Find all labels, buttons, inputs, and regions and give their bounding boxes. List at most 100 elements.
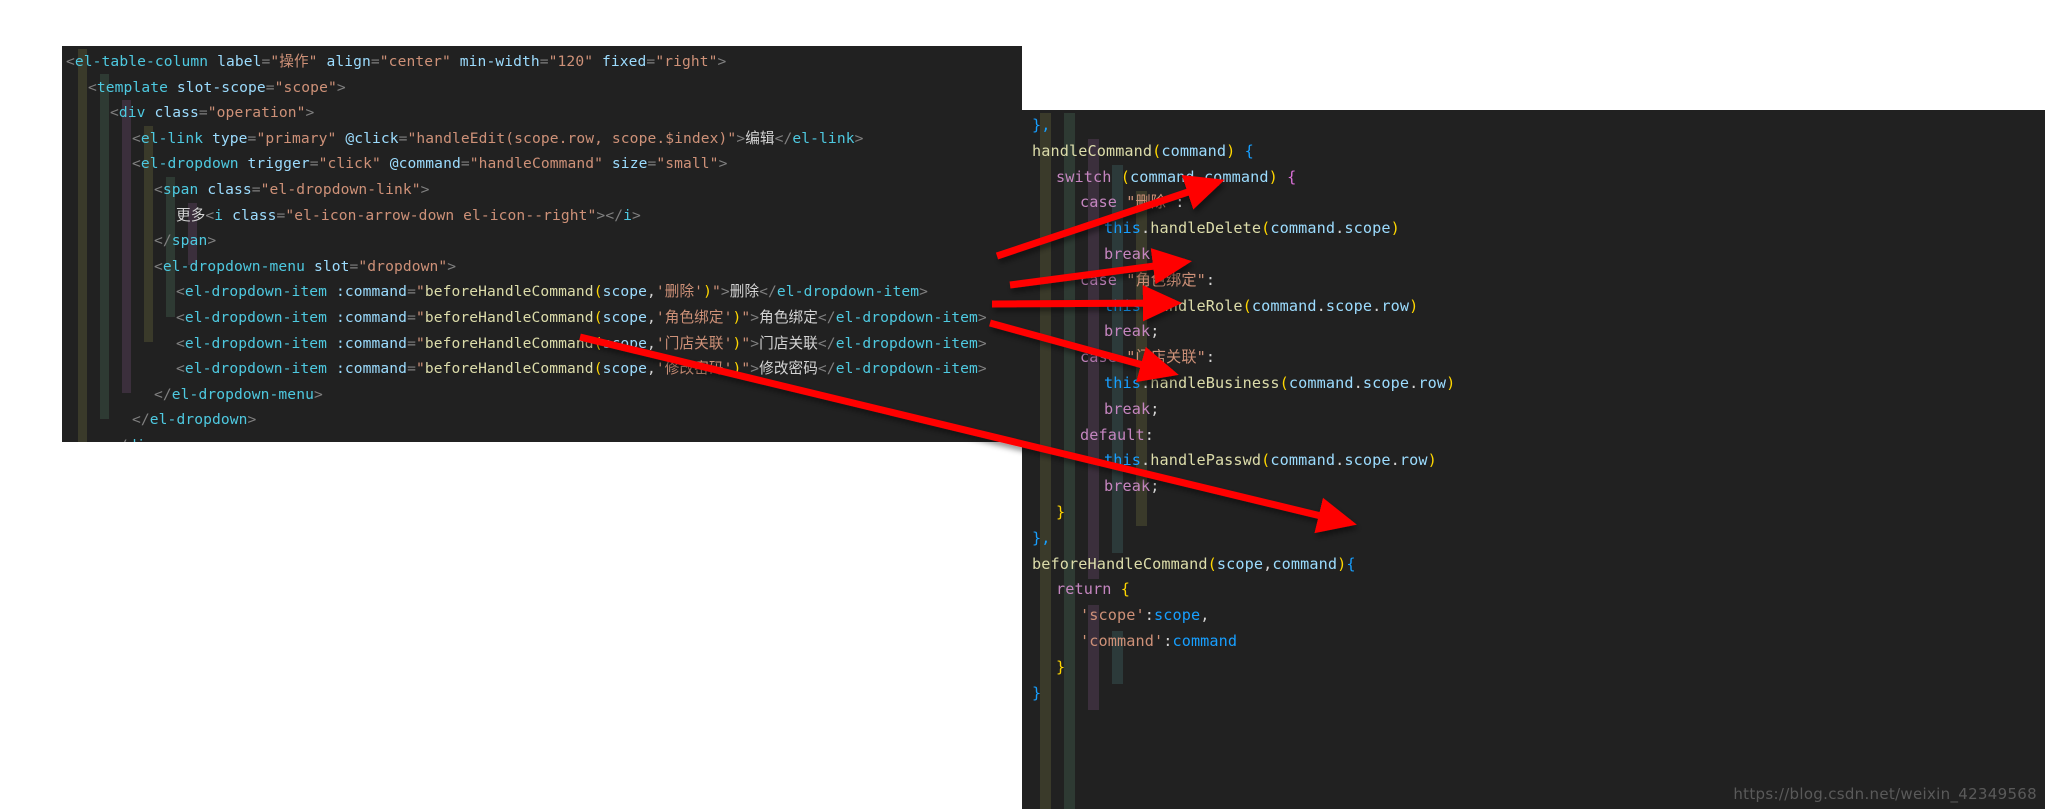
code-token: command (1172, 631, 1238, 650)
code-token: el-dropdown-menu (171, 385, 314, 403)
code-token: command (1161, 141, 1227, 160)
code-token: ) (1427, 451, 1437, 470)
code-token: "el-icon-arrow-down el-icon--right" (285, 206, 597, 224)
code-token: </ (774, 129, 793, 147)
code-token: : (1144, 606, 1154, 625)
code-line: 'scope':scope, (1022, 603, 2045, 629)
code-token: > (750, 334, 760, 352)
code-token: ; (1150, 399, 1160, 418)
code-token: > (420, 180, 430, 198)
code-token: 删除 (729, 283, 760, 301)
code-line: break; (1022, 319, 2045, 345)
code-token: fixed (601, 53, 647, 70)
code-token: el-table-column (74, 53, 209, 70)
code-token: . (1335, 219, 1345, 238)
code-token: el-dropdown-item (184, 283, 328, 301)
left-code-lines: <el-table-column label="操作" align="cente… (62, 49, 1023, 442)
code-token: = (398, 129, 408, 147)
code-token: . (1140, 219, 1151, 238)
code-token: beforeHandleCommand (1032, 554, 1208, 573)
code-line: <el-dropdown-item :command="beforeHandle… (62, 356, 1023, 382)
code-token: > (447, 257, 457, 275)
code-token: el-dropdown (140, 155, 239, 173)
code-token: '门店关联' (655, 334, 733, 352)
code-token: ( (593, 308, 603, 326)
code-line: <span class="el-dropdown-link"> (62, 177, 1023, 203)
vue-template-code-panel[interactable]: <el-table-column label="操作" align="cente… (62, 46, 1023, 442)
code-token: class (232, 206, 277, 224)
code-token: class (154, 104, 199, 122)
code-line: } (1022, 681, 2045, 707)
right-code-area[interactable]: }, handleCommand(command) {switch (comman… (1022, 113, 2045, 809)
code-token: case (1080, 348, 1117, 367)
code-token: scope (1344, 219, 1391, 238)
code-token: beforeHandleCommand (424, 308, 594, 326)
code-token: } (1056, 657, 1066, 676)
code-token: " (741, 360, 751, 378)
code-line: this.handlePasswd(command.scope.row) (1022, 448, 2045, 474)
code-token: this (1104, 451, 1141, 470)
code-line: beforeHandleCommand(scope,command){ (1022, 552, 2045, 578)
code-token: < (176, 283, 185, 301)
code-token: { (1120, 580, 1130, 599)
code-token: command (1288, 373, 1354, 392)
code-line: break; (1022, 397, 2045, 423)
code-token: "scope" (274, 78, 337, 96)
code-line: return { (1022, 577, 2045, 603)
code-token: el-dropdown-menu (162, 257, 306, 275)
code-token: span (171, 232, 208, 250)
code-token: 'command' (1080, 631, 1164, 650)
code-token: </ (817, 360, 836, 378)
code-token: break (1104, 399, 1151, 418)
code-token: > (718, 155, 728, 173)
code-token: : (1205, 348, 1216, 367)
code-token: slot-scope (176, 78, 266, 96)
code-token: this (1104, 219, 1141, 238)
code-token: < (88, 78, 97, 96)
code-line: break; (1022, 474, 2045, 500)
code-token: > (631, 206, 641, 224)
code-token: :command (335, 360, 408, 378)
javascript-methods-panel[interactable]: }, handleCommand(command) {switch (comman… (1022, 110, 2045, 809)
code-line: <el-dropdown-item :command="beforeHandle… (62, 305, 1023, 331)
code-token: label (217, 53, 262, 70)
code-token: ) (1337, 554, 1347, 573)
code-token: </ (605, 206, 624, 224)
code-line: case "角色绑定": (1022, 268, 2045, 294)
code-token: scope (602, 360, 648, 378)
code-token: return (1056, 580, 1112, 599)
code-token: > (750, 360, 760, 378)
code-token: > (720, 283, 730, 301)
code-line: this.handleDelete(command.scope) (1022, 216, 2045, 242)
code-token: } (1056, 502, 1066, 521)
code-token: > (977, 334, 987, 352)
code-line: <el-dropdown-item :command="beforeHandle… (62, 331, 1023, 357)
code-token: scope (1325, 296, 1373, 315)
code-token: ( (593, 360, 603, 378)
code-token: slot (313, 257, 350, 275)
code-token: scope (1216, 554, 1264, 573)
code-token: scope (1362, 373, 1410, 392)
code-token: beforeHandleCommand (424, 283, 594, 301)
code-line: this.handleRole(command.scope.row) (1022, 294, 2045, 320)
code-token: "operation" (207, 104, 306, 122)
code-token: . (1409, 373, 1419, 392)
code-token: "120" (548, 53, 594, 70)
code-token: " (415, 308, 425, 326)
code-token: el-dropdown-item (835, 334, 978, 352)
code-token: </ (759, 283, 777, 301)
code-token: > (305, 104, 315, 122)
code-token: > (977, 360, 987, 378)
left-code-area[interactable]: <el-table-column label="操作" align="cente… (62, 49, 1023, 442)
code-token: ) (703, 283, 712, 301)
code-token: , (1200, 606, 1210, 625)
code-token: </ (154, 232, 172, 250)
code-token: > (336, 78, 346, 96)
code-token: 编辑 (745, 129, 775, 147)
